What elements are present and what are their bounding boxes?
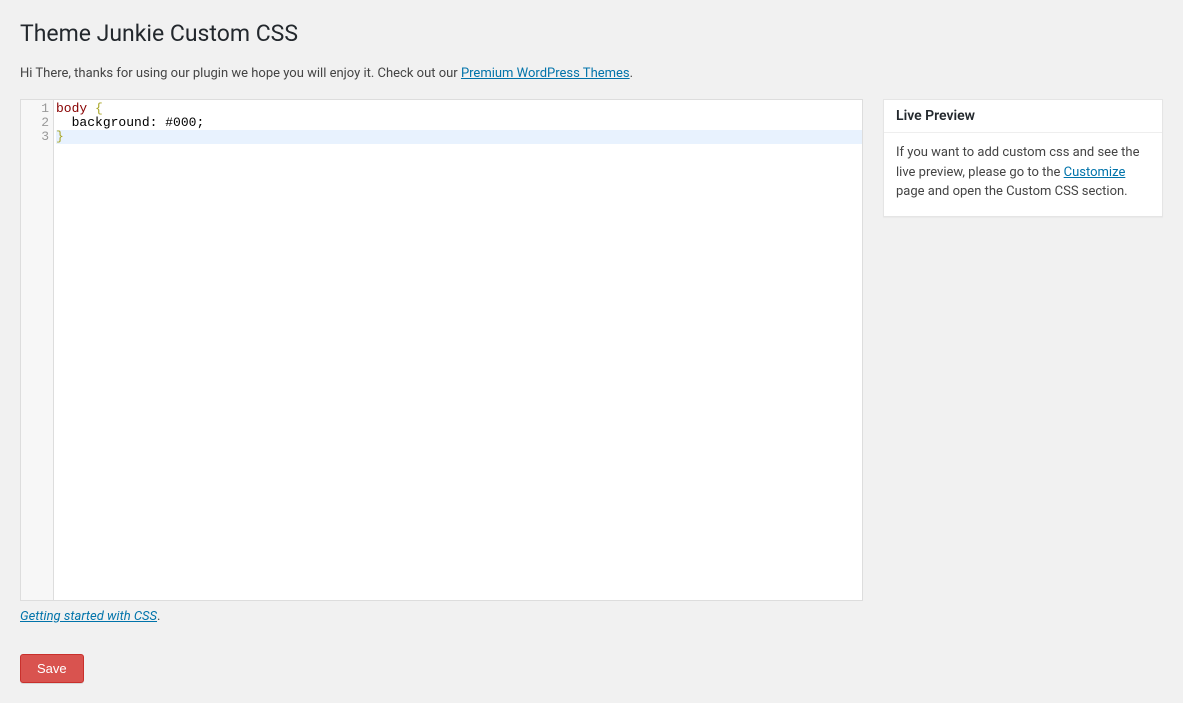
customize-link[interactable]: Customize [1064,165,1126,180]
below-editor: Getting started with CSS. [20,609,863,624]
page-title: Theme Junkie Custom CSS [20,10,1163,52]
line-number: 2 [21,116,49,130]
live-preview-title: Live Preview [896,108,1150,124]
code-line: body { [56,102,862,116]
line-number: 3 [21,130,49,144]
editor-code-area[interactable]: body { background: #000; } [54,100,862,600]
save-button[interactable]: Save [20,654,84,683]
css-editor[interactable]: 1 2 3 body { background: #000; } [20,99,863,601]
live-preview-body: If you want to add custom css and see th… [884,133,1162,216]
line-number: 1 [21,102,49,116]
intro-prefix: Hi There, thanks for using our plugin we… [20,66,461,81]
live-preview-text-after: page and open the Custom CSS section. [896,184,1128,199]
code-line: background: #000; [56,116,862,130]
intro-text: Hi There, thanks for using our plugin we… [20,66,1163,81]
below-editor-suffix: . [157,609,160,624]
live-preview-box: Live Preview If you want to add custom c… [883,99,1163,217]
getting-started-link[interactable]: Getting started with CSS [20,609,157,624]
premium-themes-link[interactable]: Premium WordPress Themes [461,66,630,81]
code-line-active: } [56,130,862,144]
editor-gutter: 1 2 3 [21,100,54,600]
intro-suffix: . [630,66,633,81]
